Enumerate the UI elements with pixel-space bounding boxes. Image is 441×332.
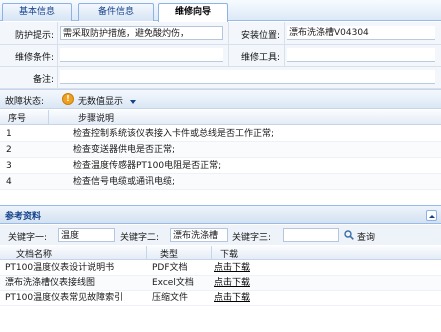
reference-type: 压缩文件	[152, 293, 189, 303]
download-link[interactable]: 点击下载	[214, 261, 250, 276]
search-icon	[344, 230, 354, 240]
step-row[interactable]: 1 检查控制系统该仪表接入卡件或总线是否工作正常;	[0, 126, 441, 142]
reference-name: PT100温度仪表常见故障索引	[5, 293, 124, 303]
keyword1-input[interactable]: 温度	[58, 228, 115, 242]
query-label: 查询	[357, 233, 376, 243]
repair-info-form: 防护提示: 需采取防护措施，避免酸灼伤， 安装位置: 漂布洗涤槽V04304 维…	[0, 22, 441, 89]
fault-status-bar: 故障状态: ! 无数值显示	[0, 89, 441, 109]
protection-label: 防护提示:	[14, 31, 54, 41]
fault-status-dropdown[interactable]: 无数值显示	[78, 94, 136, 107]
step-description: 检查控制系统该仪表接入卡件或总线是否工作正常;	[73, 129, 275, 139]
download-link[interactable]: 点击下载	[214, 291, 250, 306]
step-number: 1	[6, 129, 12, 139]
steps-col-index: 序号	[8, 114, 27, 124]
step-description: 检查变送器供电是否正常;	[73, 145, 176, 155]
step-row[interactable]: 3 检查温度传感器PT100电阻是否正常;	[0, 158, 441, 174]
reference-name: 漂布洗涤槽仪表接线图	[5, 278, 96, 288]
fault-status-label: 故障状态:	[5, 97, 45, 107]
step-description: 检查温度传感器PT100电阻是否正常;	[73, 161, 222, 171]
fault-status-value: 无数值显示	[78, 97, 124, 107]
tab-spare-parts-label: 备件信息	[97, 7, 134, 17]
notes-field[interactable]	[60, 70, 435, 84]
tools-label: 维修工具:	[240, 53, 280, 63]
notes-label: 备注:	[32, 75, 54, 85]
condition-label: 维修条件:	[14, 53, 54, 63]
step-row[interactable]: 4 检查信号电缆或通讯电缆;	[0, 174, 441, 190]
ref-col-name: 文档名称	[16, 250, 53, 260]
tab-bar: 基本信息 备件信息 维修向导	[0, 0, 441, 22]
keyword1-label: 关键字一:	[8, 233, 48, 243]
tab-repair-guide[interactable]: 维修向导	[158, 3, 228, 22]
reference-row[interactable]: PT100温度仪表设计说明书 PDF文档 点击下载	[0, 261, 441, 276]
step-row[interactable]: 2 检查变送器供电是否正常;	[0, 142, 441, 158]
step-number: 3	[6, 161, 12, 171]
reference-type: Excel文档	[152, 278, 194, 288]
tab-basic-info-label: 基本信息	[18, 7, 55, 17]
location-label: 安装位置:	[240, 31, 280, 41]
keyword2-label: 关键字二:	[120, 233, 160, 243]
step-number: 2	[6, 145, 12, 155]
step-description: 检查信号电缆或通讯电缆;	[73, 177, 176, 187]
reference-row[interactable]: PT100温度仪表常见故障索引 压缩文件 点击下载	[0, 291, 441, 306]
reference-name: PT100温度仪表设计说明书	[5, 263, 115, 273]
tab-repair-guide-label: 维修向导	[174, 7, 211, 17]
reference-section-header: 参考资料	[0, 205, 441, 224]
keyword2-input[interactable]: 漂布洗涤槽	[170, 228, 228, 242]
tab-basic-info[interactable]: 基本信息	[2, 3, 72, 21]
ref-col-download: 下载	[220, 250, 239, 260]
tools-field[interactable]	[287, 48, 435, 62]
protection-field[interactable]: 需采取防护措施，避免酸灼伤，	[60, 26, 223, 40]
condition-field[interactable]	[60, 48, 223, 62]
tab-spare-parts[interactable]: 备件信息	[78, 3, 154, 21]
reference-search-bar: 关键字一: 温度 关键字二: 漂布洗涤槽 关键字三: 查询	[0, 225, 441, 245]
reference-row[interactable]: 漂布洗涤槽仪表接线图 Excel文档 点击下载	[0, 276, 441, 291]
download-link[interactable]: 点击下载	[214, 276, 250, 291]
collapse-icon[interactable]	[426, 210, 437, 221]
location-field[interactable]: 漂布洗涤槽V04304	[287, 26, 435, 40]
step-number: 4	[6, 177, 12, 187]
keyword3-input[interactable]	[283, 228, 339, 242]
reference-section-title: 参考资料	[5, 212, 42, 222]
ref-col-type: 类型	[160, 250, 179, 260]
chevron-down-icon	[129, 99, 136, 104]
reference-table-header: 文档名称 类型 下载	[0, 246, 441, 260]
warning-icon: !	[62, 93, 74, 105]
steps-header: 序号 步骤说明	[0, 110, 441, 125]
reference-type: PDF文档	[152, 263, 188, 273]
keyword3-label: 关键字三:	[232, 233, 272, 243]
steps-col-desc: 步骤说明	[78, 114, 115, 124]
